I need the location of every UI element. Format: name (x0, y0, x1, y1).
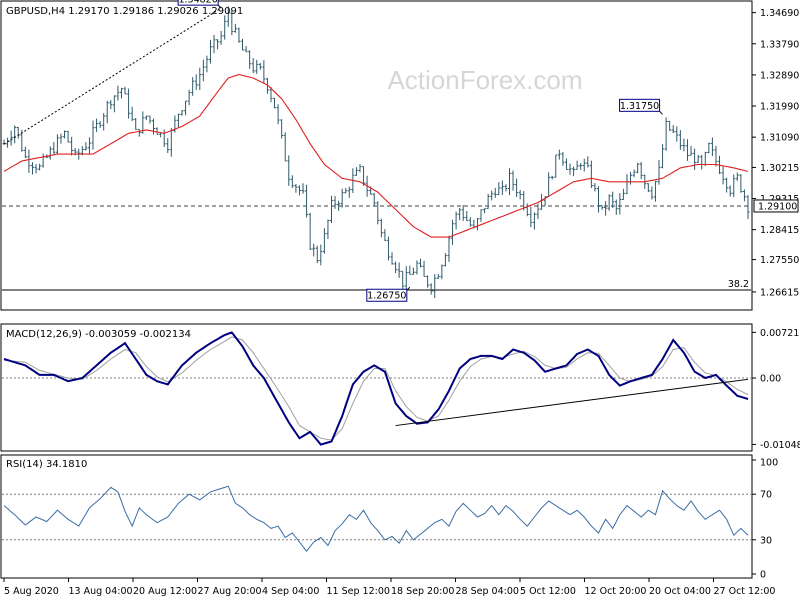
macd-tick-label: -0.01048 (760, 440, 800, 451)
macd-title: MACD(12,26,9) -0.003059 -0.002134 (6, 329, 191, 340)
rsi-tick-label: 100 (760, 458, 778, 469)
gbpusd-chart: ActionForex.com 38.2 1.34820 1.26750 1.317… (0, 0, 800, 600)
marker-label: 1.26750 (367, 291, 406, 302)
rsi-title: RSI(14) 34.1810 (6, 459, 87, 470)
price-tick-label: 1.34690 (760, 8, 799, 19)
time-tick-label: 11 Sep 12:00 (327, 586, 390, 597)
time-tick-label: 18 Sep 20:00 (391, 586, 454, 597)
price-tick-label: 1.31090 (760, 133, 799, 144)
price-tick-label: 1.32890 (760, 70, 799, 81)
fibonacci-level-label: 38.2 (728, 279, 749, 290)
price-tick-label: 1.33790 (760, 39, 799, 50)
watermark: ActionForex.com (387, 65, 582, 95)
time-tick-label: 13 Aug 04:00 (69, 586, 133, 597)
time-tick-label: 20 Aug 12:00 (133, 586, 197, 597)
price-title: GBPUSD,H4 1.29170 1.29186 1.29026 1.2909… (6, 6, 243, 17)
time-tick-label: 5 Aug 2020 (4, 586, 59, 597)
time-tick-label: 27 Oct 12:00 (714, 586, 776, 597)
price-tick-label: 1.30215 (760, 163, 799, 174)
time-tick-label: 27 Aug 20:00 (198, 586, 262, 597)
marker-label: 1.31750 (620, 101, 659, 112)
macd-tick-label: 0.007213 (760, 328, 800, 339)
rsi-tick-label: 70 (760, 490, 772, 501)
rsi-tick-label: 0 (760, 570, 766, 581)
macd-tick-label: 0.00 (760, 374, 781, 385)
time-tick-label: 4 Sep 04:00 (262, 586, 319, 597)
price-tick-label: 1.26615 (760, 287, 799, 298)
time-tick-label: 20 Oct 04:00 (649, 586, 711, 597)
price-tick-label: 1.28415 (760, 225, 799, 236)
price-tick-label: 1.31990 (760, 102, 799, 113)
price-tick-label: 1.27550 (760, 255, 799, 266)
time-tick-label: 12 Oct 20:00 (585, 586, 647, 597)
rsi-tick-label: 30 (760, 535, 772, 546)
time-tick-label: 5 Oct 12:00 (520, 586, 576, 597)
current-price-label: 1.29100 (758, 201, 797, 212)
marker-label: 1.34820 (178, 0, 217, 6)
time-tick-label: 28 Sep 04:00 (456, 586, 519, 597)
